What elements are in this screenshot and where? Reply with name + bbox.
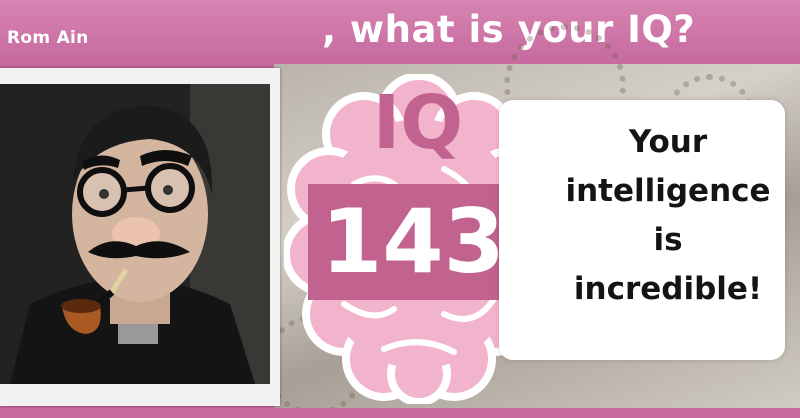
result-message: Your intelligence is incredible! [565, 124, 771, 307]
user-name: Rom Ain [7, 28, 89, 48]
iq-result-card: Rom Ain , what is your IQ? IQ 143 Your i… [0, 0, 800, 418]
profile-photo [0, 84, 270, 384]
iq-score: 143 [321, 190, 505, 293]
footer-bar [0, 408, 800, 418]
header-bar: Rom Ain , what is your IQ? [0, 0, 800, 64]
headline-question: , what is your IQ? [322, 8, 696, 51]
iq-label: IQ [372, 80, 464, 166]
